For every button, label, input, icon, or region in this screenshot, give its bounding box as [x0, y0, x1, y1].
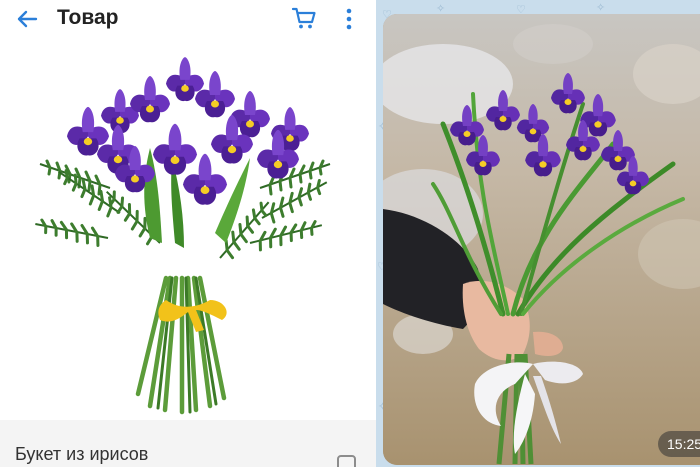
star-doodle-icon: ✧	[596, 1, 606, 14]
checkbox-icon[interactable]	[337, 455, 356, 467]
app-bar: Товар	[0, 0, 376, 38]
more-vertical-icon[interactable]	[342, 6, 356, 32]
product-name: Букет из ирисов	[15, 444, 149, 464]
page-title: Товар	[57, 6, 119, 29]
message-time: 15:25	[658, 431, 700, 457]
product-screen: Товар Букет из ирисов	[0, 0, 376, 467]
chat-photo[interactable]	[383, 14, 700, 465]
product-photo[interactable]	[0, 38, 376, 420]
cart-icon[interactable]	[291, 5, 317, 31]
arrow-left-icon[interactable]	[14, 6, 40, 32]
